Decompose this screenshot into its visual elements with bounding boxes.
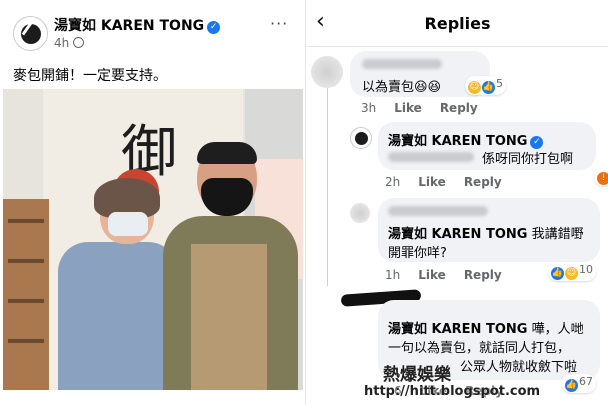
angry-icon: ! <box>597 172 608 185</box>
karen-avatar[interactable] <box>350 127 372 149</box>
thread-line <box>327 86 328 286</box>
reaction-count[interactable]: 👍 67 <box>562 374 596 393</box>
like-icon: 👍 <box>565 379 578 392</box>
post-author[interactable]: 湯寶如 KAREN TONG ✓ <box>54 15 221 35</box>
commenter-name-blurred <box>362 59 442 69</box>
comment-text: 湯寶如 KAREN TONG 嘩，人哋 <box>388 318 584 337</box>
haha-icon: ☺ <box>565 267 578 280</box>
post-time[interactable]: 4h <box>54 36 85 50</box>
photo-shelf <box>3 199 49 390</box>
person-left-body <box>58 242 178 390</box>
avatar-image <box>354 131 368 145</box>
person-right-mask <box>201 178 253 216</box>
person-right-apron <box>191 244 267 390</box>
commenter-avatar[interactable] <box>350 203 370 223</box>
comment-text-line1: 嘩，人哋 <box>531 322 584 337</box>
commenter-name-blurred <box>388 206 488 216</box>
reaction-count[interactable]: 👍 ☺ 10 <box>548 262 596 281</box>
like-link[interactable]: Like <box>418 268 446 282</box>
mention-blurred <box>388 152 474 162</box>
post-time-label[interactable]: 4h <box>54 36 69 50</box>
reaction-count-value: 10 <box>579 263 593 276</box>
comment-time: 2h <box>385 175 401 189</box>
comment-text-line3: 公眾人物就收斂下啦 <box>460 360 578 375</box>
mention-name[interactable]: 湯寶如 KAREN TONG <box>388 227 527 242</box>
watermark-url: http://hitt.blogspot.com <box>364 384 541 399</box>
comment-text-line1: 我講錯嘢 <box>531 227 584 242</box>
reply-link[interactable]: Reply <box>464 175 502 189</box>
replies-header: ‹ Replies <box>306 0 608 47</box>
haha-icon: ☺ <box>468 81 481 94</box>
comment-text: 湯寶如 KAREN TONG 我講錯嘢 <box>388 223 584 242</box>
comment-text-line2: 一句以為賣包，就話同人打包， <box>388 341 571 356</box>
post-text: 麥包開鋪！一定要支持。 <box>13 68 167 84</box>
like-link[interactable]: Like <box>394 101 422 115</box>
like-icon: 👍 <box>482 81 495 94</box>
commenter-avatar[interactable] <box>311 56 343 88</box>
reaction-count-value: 67 <box>579 375 593 388</box>
comment-bubble: 湯寶如 KAREN TONG ✓ 係呀同你打包啊 <box>378 122 596 170</box>
like-link[interactable]: Like <box>418 175 446 189</box>
more-options-button[interactable]: ··· <box>270 14 288 33</box>
comment-text-line2: 開罪你咩? <box>388 246 447 261</box>
photo-person-right <box>163 142 298 390</box>
comment-author-name[interactable]: 湯寶如 KAREN TONG <box>388 134 527 149</box>
avatar-image <box>20 23 41 44</box>
reply-link[interactable]: Reply <box>440 101 478 115</box>
reaction-count-value: 5 <box>496 77 503 90</box>
globe-icon <box>73 37 85 48</box>
comment-time: 1h <box>385 268 401 282</box>
author-avatar[interactable] <box>13 16 48 51</box>
person-left-mask <box>108 212 148 236</box>
replies-title: Replies <box>424 14 491 33</box>
comment-meta: 3h Like Reply <box>361 101 496 115</box>
person-right-hair <box>197 142 257 164</box>
photo-person-left <box>58 178 178 390</box>
verified-icon: ✓ <box>207 21 221 34</box>
comment-meta: 2h Like Reply <box>385 175 520 189</box>
replies-panel: ‹ Replies 以為賣包😆😆 ☺ 👍 5 3h Like Reply 湯寶如 KAR… <box>305 0 608 405</box>
comment-text: 以為賣包😆😆 <box>362 80 442 95</box>
reaction-count[interactable]: ! <box>594 167 608 186</box>
reaction-count[interactable]: ☺ 👍 5 <box>465 76 506 95</box>
comment-time: 3h <box>361 101 377 115</box>
post-panel: 湯寶如 KAREN TONG ✓ 4h ··· 麥包開鋪！一定要支持。 御 <box>0 0 303 405</box>
comment-meta: 1h Like Reply <box>385 268 520 282</box>
reply-link[interactable]: Reply <box>464 268 502 282</box>
post-photo[interactable]: 御 <box>3 89 303 390</box>
like-icon: 👍 <box>551 267 564 280</box>
post-author-name[interactable]: 湯寶如 KAREN TONG <box>54 18 204 34</box>
comment-text: 係呀同你打包啊 <box>482 152 574 167</box>
comment-author[interactable]: 湯寶如 KAREN TONG ✓ <box>388 130 544 149</box>
mention-name[interactable]: 湯寶如 KAREN TONG <box>388 322 527 337</box>
comment-bubble: 湯寶如 KAREN TONG 我講錯嘢 開罪你咩? <box>378 198 600 262</box>
watermark-text: 熱爆娛樂 <box>383 365 451 385</box>
